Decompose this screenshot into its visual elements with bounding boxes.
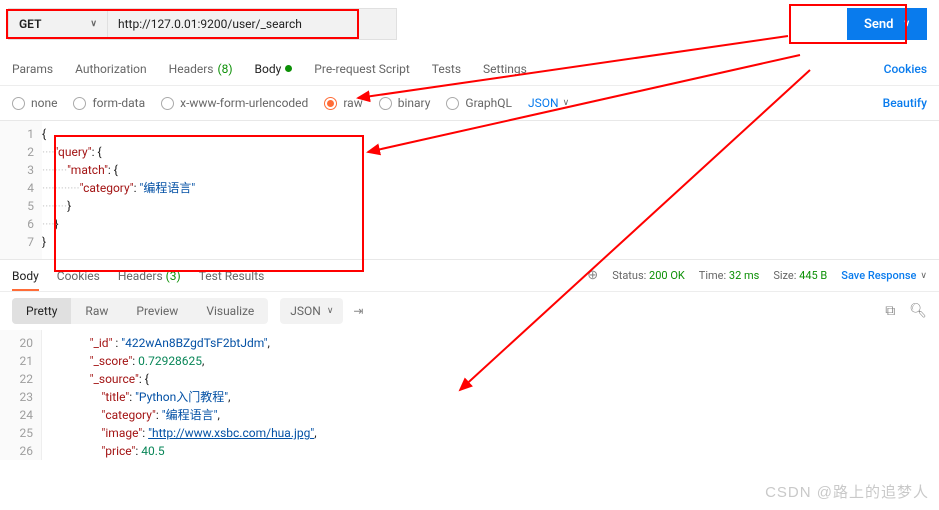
method-label: GET xyxy=(19,17,41,31)
tab-body[interactable]: Body xyxy=(255,62,293,76)
response-tools: Pretty Raw Preview Visualize JSON ∨ ⇥ ⧉ … xyxy=(0,292,939,330)
size-label: Size: 445 B xyxy=(773,269,827,282)
line-gutter: 20212223242526 xyxy=(0,330,42,460)
http-method-select[interactable]: GET ∨ xyxy=(8,8,108,40)
chevron-down-icon: ∨ xyxy=(327,306,334,316)
beautify-link[interactable]: Beautify xyxy=(883,96,927,110)
radio-none[interactable]: none xyxy=(12,96,57,110)
resp-tab-test-results[interactable]: Test Results xyxy=(199,269,265,283)
raw-lang-select[interactable]: JSON ∨ xyxy=(528,96,569,110)
watermark: CSDN @路上的追梦人 xyxy=(765,481,929,502)
tab-headers[interactable]: Headers (8) xyxy=(169,62,233,76)
radio-urlencoded[interactable]: x-www-form-urlencoded xyxy=(161,96,308,110)
resp-tab-headers[interactable]: Headers (3) xyxy=(118,269,181,283)
tab-settings[interactable]: Settings xyxy=(483,62,527,76)
tab-authorization[interactable]: Authorization xyxy=(75,62,147,76)
globe-icon: ⊕ xyxy=(587,268,598,283)
save-response-link[interactable]: Save Response ∨ xyxy=(841,269,927,282)
chevron-down-icon: ∨ xyxy=(903,19,910,29)
send-button[interactable]: Send ∨ xyxy=(847,8,927,40)
chevron-down-icon: ∨ xyxy=(90,19,97,29)
tab-params[interactable]: Params xyxy=(12,62,53,76)
time-label: Time: 32 ms xyxy=(699,269,760,282)
body-format-row: none form-data x-www-form-urlencoded raw… xyxy=(0,86,939,120)
resp-tab-cookies[interactable]: Cookies xyxy=(57,269,100,283)
url-input[interactable] xyxy=(108,8,397,40)
copy-icon[interactable]: ⧉ xyxy=(885,303,895,319)
view-raw[interactable]: Raw xyxy=(71,298,122,324)
code-area: "_id" : "422wAn8BZgdTsF2btJdm", "_score"… xyxy=(42,330,939,460)
chevron-down-icon: ∨ xyxy=(563,98,570,108)
cookies-link[interactable]: Cookies xyxy=(884,62,927,76)
radio-form-data[interactable]: form-data xyxy=(73,96,145,110)
request-tabs: Params Authorization Headers (8) Body Pr… xyxy=(0,52,939,86)
resp-tab-body[interactable]: Body xyxy=(12,269,39,291)
view-pretty[interactable]: Pretty xyxy=(12,298,71,324)
status-label: Status: 200 OK xyxy=(612,269,685,282)
tab-tests[interactable]: Tests xyxy=(432,62,461,76)
view-visualize[interactable]: Visualize xyxy=(192,298,268,324)
chevron-down-icon: ∨ xyxy=(920,271,927,281)
wrap-icon[interactable]: ⇥ xyxy=(353,304,363,318)
tab-pre-request[interactable]: Pre-request Script xyxy=(314,62,409,76)
response-body[interactable]: 20212223242526 "_id" : "422wAn8BZgdTsF2b… xyxy=(0,330,939,460)
request-body-editor[interactable]: 1234567 { ····"query": { ········"match"… xyxy=(0,120,939,260)
radio-binary[interactable]: binary xyxy=(379,96,431,110)
view-mode-segment: Pretty Raw Preview Visualize xyxy=(12,298,268,324)
radio-graphql[interactable]: GraphQL xyxy=(446,96,512,110)
search-icon[interactable]: 🔍︎ xyxy=(909,303,927,319)
view-preview[interactable]: Preview xyxy=(122,298,192,324)
code-area[interactable]: { ····"query": { ········"match": { ····… xyxy=(42,121,939,259)
response-lang-select[interactable]: JSON ∨ xyxy=(280,298,343,324)
dot-icon xyxy=(285,65,292,72)
radio-raw[interactable]: raw xyxy=(324,96,362,110)
response-tabs: Body Cookies Headers (3) Test Results ⊕ … xyxy=(0,260,939,292)
line-gutter: 1234567 xyxy=(0,121,42,259)
